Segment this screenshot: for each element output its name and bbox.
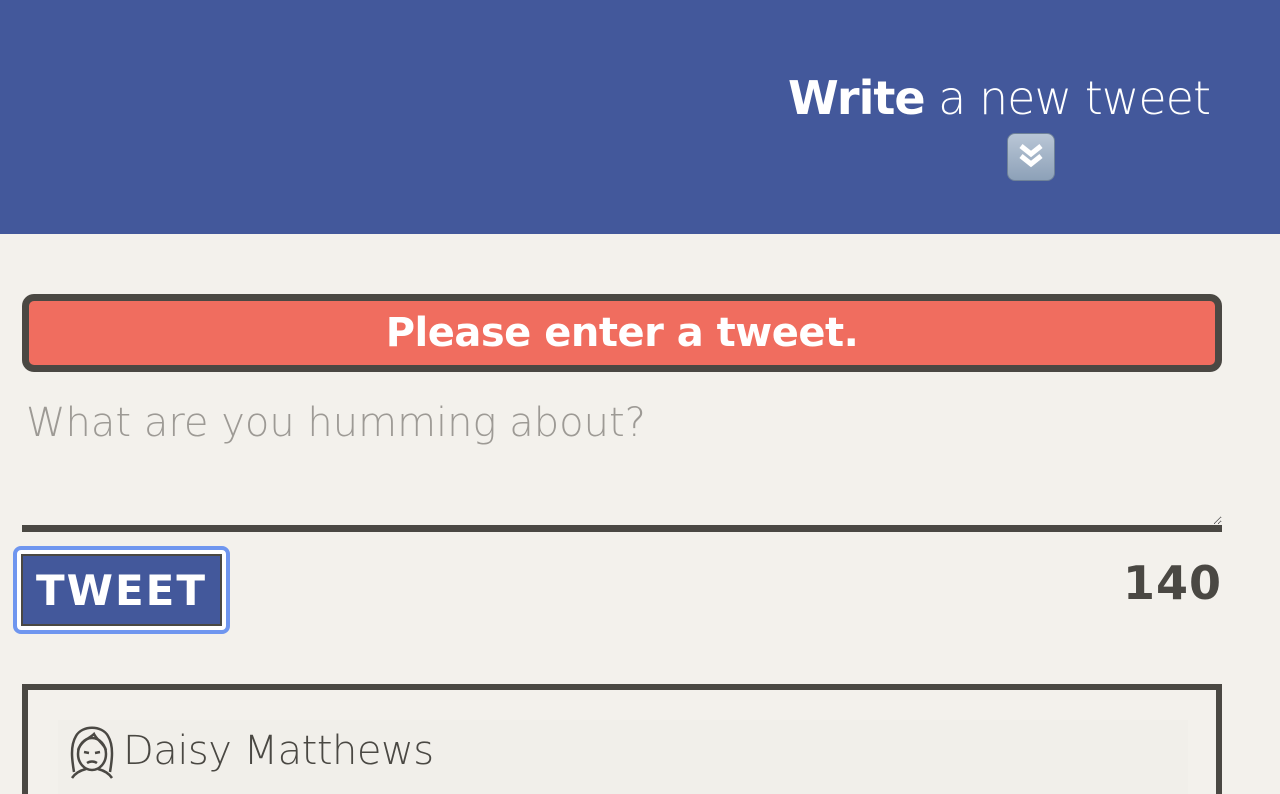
compose-title: Write a new tweet [787, 70, 1211, 126]
site-header: Write a new tweet [0, 0, 1280, 234]
compose-title-strong: Write [787, 71, 926, 125]
char-counter: 140 [1122, 556, 1222, 610]
tweet-input[interactable] [22, 396, 1222, 532]
compose-title-rest: a new tweet [924, 71, 1211, 125]
error-message: Please enter a tweet. [22, 294, 1222, 372]
woman-face-icon [64, 720, 120, 780]
double-chevron-down-icon[interactable] [1007, 133, 1055, 181]
tweet-button[interactable]: TWEET [13, 546, 230, 634]
tweet-card: Daisy Matthews [22, 684, 1222, 794]
tweet-author-name: Daisy Matthews [123, 728, 434, 774]
